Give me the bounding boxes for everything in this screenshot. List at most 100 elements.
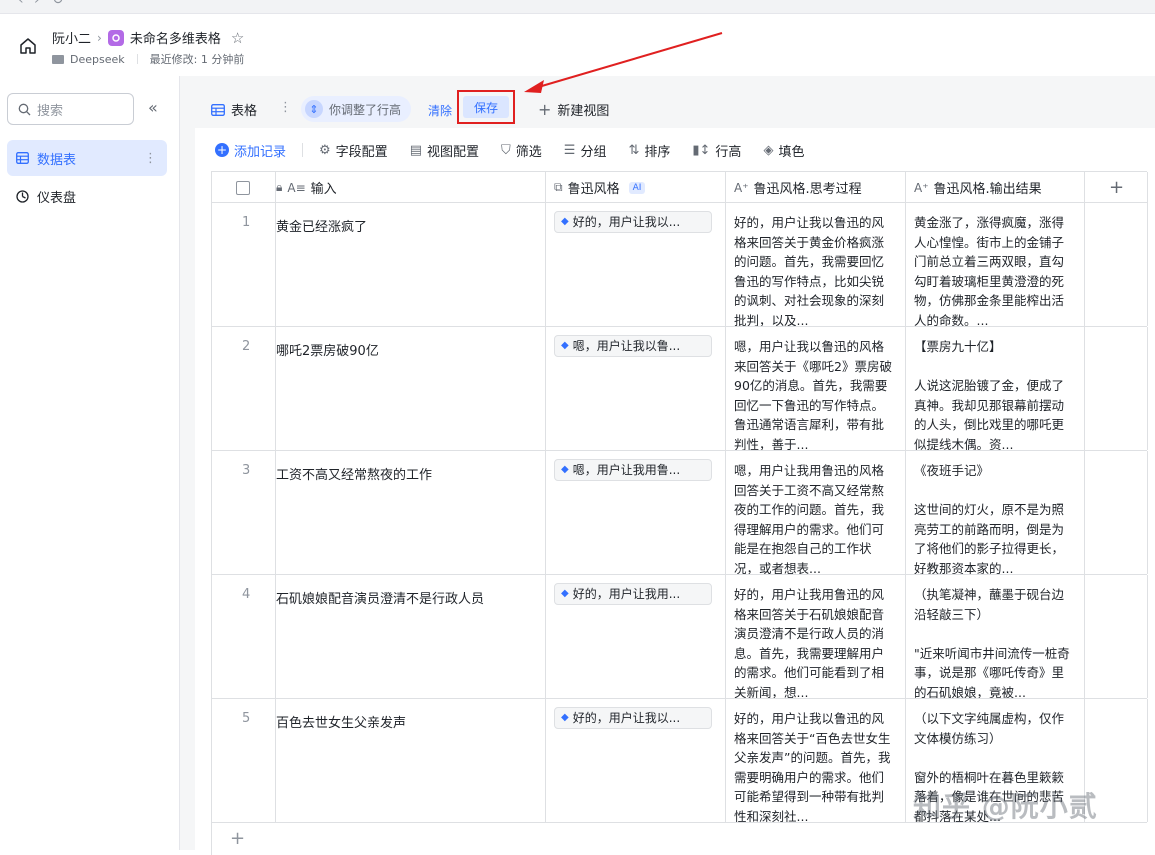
column-label: 鲁迅风格.思考过程	[753, 182, 862, 197]
row-height-button[interactable]: ▮↕ 行高	[692, 141, 741, 160]
sort-label: 排序	[644, 144, 671, 160]
cell-output[interactable]: 《夜班手记》 这世间的灯火，原不是为照亮劳工的前路而明，倒是为了将他们的影子拉得…	[906, 451, 1085, 574]
view-tab-table[interactable]: 表格	[211, 100, 257, 119]
fill-color-button[interactable]: ◈ 填色	[763, 141, 804, 160]
cell-style[interactable]: ◆ 好的，用户让我用...	[546, 575, 726, 698]
empty-cell	[1085, 451, 1148, 574]
new-view-button[interactable]: + 新建视图	[538, 100, 609, 119]
column-header-output[interactable]: A⁺ 鲁迅风格.输出结果	[906, 172, 1085, 203]
table-row[interactable]: 2 哪吒2票房破90亿 ◆ 嗯，用户让我以鲁... 嗯，用户让我以鲁迅的风格来回答…	[212, 327, 1148, 451]
more-icon[interactable]: ⋮	[144, 151, 157, 166]
ai-result-pill[interactable]: ◆ 嗯，用户让我用鲁...	[554, 458, 712, 481]
grid-view-icon	[211, 103, 225, 116]
empty-cell	[1085, 575, 1148, 698]
cell-input[interactable]: 哪吒2票房破90亿	[276, 327, 546, 450]
main-area: 表格 ⋮ ⇕ 你调整了行高 清除 保存 + 新建视图 + 添加记录 ⚙ 字段配置…	[180, 76, 1155, 855]
ai-result-icon: ◆	[561, 340, 569, 351]
gear-icon: ⚙	[319, 142, 331, 158]
add-column-button[interactable]: +	[1085, 172, 1148, 203]
cell-output[interactable]: 【票房九十亿】 人说这泥胎镀了金，便成了真神。我却见那银幕前摆动的人头，倒比戏里…	[906, 327, 1085, 450]
breadcrumb: 阮小二 › 未命名多维表格 ☆	[52, 28, 244, 48]
ai-result-text: 好的，用户让我以...	[572, 215, 681, 229]
column-label: 输入	[310, 182, 337, 197]
cell-style[interactable]: ◆ 嗯，用户让我以鲁...	[546, 327, 726, 450]
row-index: 2	[212, 327, 276, 450]
plus-icon: +	[1109, 177, 1125, 198]
cell-think[interactable]: 嗯，用户让我用鲁迅的风格回答关于工资不高又经常熬夜的工作的问题。首先，我得理解用…	[726, 451, 906, 574]
clear-button[interactable]: 清除	[428, 102, 452, 119]
table-row[interactable]: 4 石矶娘娘配音演员澄清不是行政人员 ◆ 好的，用户让我用... 好的，用户让我用…	[212, 575, 1148, 699]
ai-result-text: 好的，用户让我用...	[572, 587, 681, 601]
group-icon: ☰	[563, 142, 576, 158]
search-input[interactable]: 搜索	[7, 93, 134, 125]
adjust-text: 你调整了行高	[329, 102, 402, 117]
ai-badge: AI	[628, 181, 646, 194]
cell-output[interactable]: 黄金涨了，涨得疯魔，涨得人心惶惶。街市上的金铺子门前总立着三两双眼，直勾勾盯着玻…	[906, 203, 1085, 326]
cell-input[interactable]: 工资不高又经常熬夜的工作	[276, 451, 546, 574]
cell-think[interactable]: 好的，用户让我以鲁迅的风格来回答关于“百色去世女生父亲发声”的问题。首先，我需要…	[726, 699, 906, 822]
collapse-sidebar-icon[interactable]: «	[148, 98, 158, 117]
sidebar-item-dashboard[interactable]: 仪表盘	[7, 178, 167, 214]
dashboard-icon	[16, 189, 29, 203]
data-table: 🔒︎ A≡ 输入 ⧉ 鲁迅风格 AI A⁺ 鲁迅风格.思考过程 A⁺ 鲁迅风格.…	[211, 171, 1148, 855]
base-app-icon	[107, 29, 124, 46]
save-button[interactable]: 保存	[463, 96, 509, 118]
field-config-button[interactable]: ⚙ 字段配置	[319, 141, 388, 160]
table-icon	[16, 152, 29, 164]
row-index: 5	[212, 699, 276, 822]
cell-output[interactable]: （执笔凝神，蘸墨于砚台边沿轻敲三下） "近来听闻市井间流传一桩奇事，说是那《哪吒…	[906, 575, 1085, 698]
sort-button[interactable]: ⇅ 排序	[628, 141, 670, 160]
cell-style[interactable]: ◆ 好的，用户让我以...	[546, 699, 726, 822]
table-row[interactable]: 3 工资不高又经常熬夜的工作 ◆ 嗯，用户让我用鲁... 嗯，用户让我用鲁迅的风格…	[212, 451, 1148, 575]
column-header-style[interactable]: ⧉ 鲁迅风格 AI	[546, 172, 726, 203]
row-height-label: 行高	[715, 144, 742, 160]
add-record-button[interactable]: + 添加记录	[215, 141, 286, 160]
folder-icon	[52, 54, 64, 64]
sidebar: 搜索 « 数据表 ⋮ 仪表盘	[0, 76, 180, 850]
sidebar-item-datatable[interactable]: 数据表 ⋮	[7, 140, 167, 176]
column-header-input[interactable]: 🔒︎ A≡ 输入	[276, 172, 546, 203]
divider	[302, 143, 304, 157]
cell-input[interactable]: 石矶娘娘配音演员澄清不是行政人员	[276, 575, 546, 698]
cell-input[interactable]: 黄金已经涨疯了	[276, 203, 546, 326]
ai-result-icon: ◆	[561, 588, 569, 599]
view-config-button[interactable]: ▤ 视图配置	[410, 141, 479, 160]
cell-think[interactable]: 好的，用户让我以鲁迅的风格来回答关于黄金价格疯涨的问题。首先，我需要回忆鲁迅的写…	[726, 203, 906, 326]
column-header-think[interactable]: A⁺ 鲁迅风格.思考过程	[726, 172, 906, 203]
view-bar: 表格 ⋮ ⇕ 你调整了行高 清除 保存 + 新建视图	[195, 76, 1155, 128]
cell-input[interactable]: 百色去世女生父亲发声	[276, 699, 546, 822]
sidebar-item-label: 数据表	[37, 152, 77, 168]
view-more-icon[interactable]: ⋮	[279, 100, 292, 115]
doc-meta: Deepseek 最近修改: 1 分钟前	[52, 51, 244, 67]
breadcrumb-user[interactable]: 阮小二	[52, 28, 91, 47]
add-row[interactable]: +	[212, 823, 1147, 855]
ai-result-pill[interactable]: ◆ 嗯，用户让我以鲁...	[554, 334, 712, 357]
ai-result-pill[interactable]: ◆ 好的，用户让我以...	[554, 210, 712, 233]
search-icon	[18, 103, 31, 115]
doc-title[interactable]: 未命名多维表格	[130, 28, 221, 47]
group-button[interactable]: ☰ 分组	[564, 141, 607, 160]
view-config-label: 视图配置	[426, 144, 479, 160]
star-icon[interactable]: ☆	[231, 29, 244, 47]
row-height-icon: ▮↕	[692, 142, 711, 158]
cell-think[interactable]: 好的，用户让我用鲁迅的风格来回答关于石矶娘娘配音演员澄清不是行政人员的消息。首先…	[726, 575, 906, 698]
row-height-icon: ⇕	[305, 100, 323, 118]
ai-result-icon: ◆	[561, 216, 569, 227]
filter-button[interactable]: ⛉ 筛选	[501, 141, 542, 160]
select-all-checkbox[interactable]	[236, 180, 250, 195]
cell-style[interactable]: ◆ 嗯，用户让我用鲁...	[546, 451, 726, 574]
search-placeholder: 搜索	[37, 103, 64, 119]
ai-result-pill[interactable]: ◆ 好的，用户让我用...	[554, 582, 712, 605]
home-icon[interactable]	[18, 36, 38, 56]
forward-icon[interactable]: ›	[34, 0, 40, 8]
folder-name[interactable]: Deepseek	[70, 53, 125, 66]
add-row-button[interactable]: +	[212, 823, 1147, 855]
table-row[interactable]: 1 黄金已经涨疯了 ◆ 好的，用户让我以... 好的，用户让我以鲁迅的风格来回答关…	[212, 203, 1148, 327]
back-icon[interactable]: ‹	[18, 0, 24, 8]
sidebar-item-label: 仪表盘	[37, 190, 77, 206]
cell-style[interactable]: ◆ 好的，用户让我以...	[546, 203, 726, 326]
ai-result-pill[interactable]: ◆ 好的，用户让我以...	[554, 706, 712, 729]
plus-circle-icon: +	[215, 143, 229, 157]
refresh-icon[interactable]: ↻	[52, 0, 64, 8]
cell-think[interactable]: 嗯，用户让我以鲁迅的风格来回答关于《哪吒2》票房破90亿的消息。首先，我需要回忆…	[726, 327, 906, 450]
